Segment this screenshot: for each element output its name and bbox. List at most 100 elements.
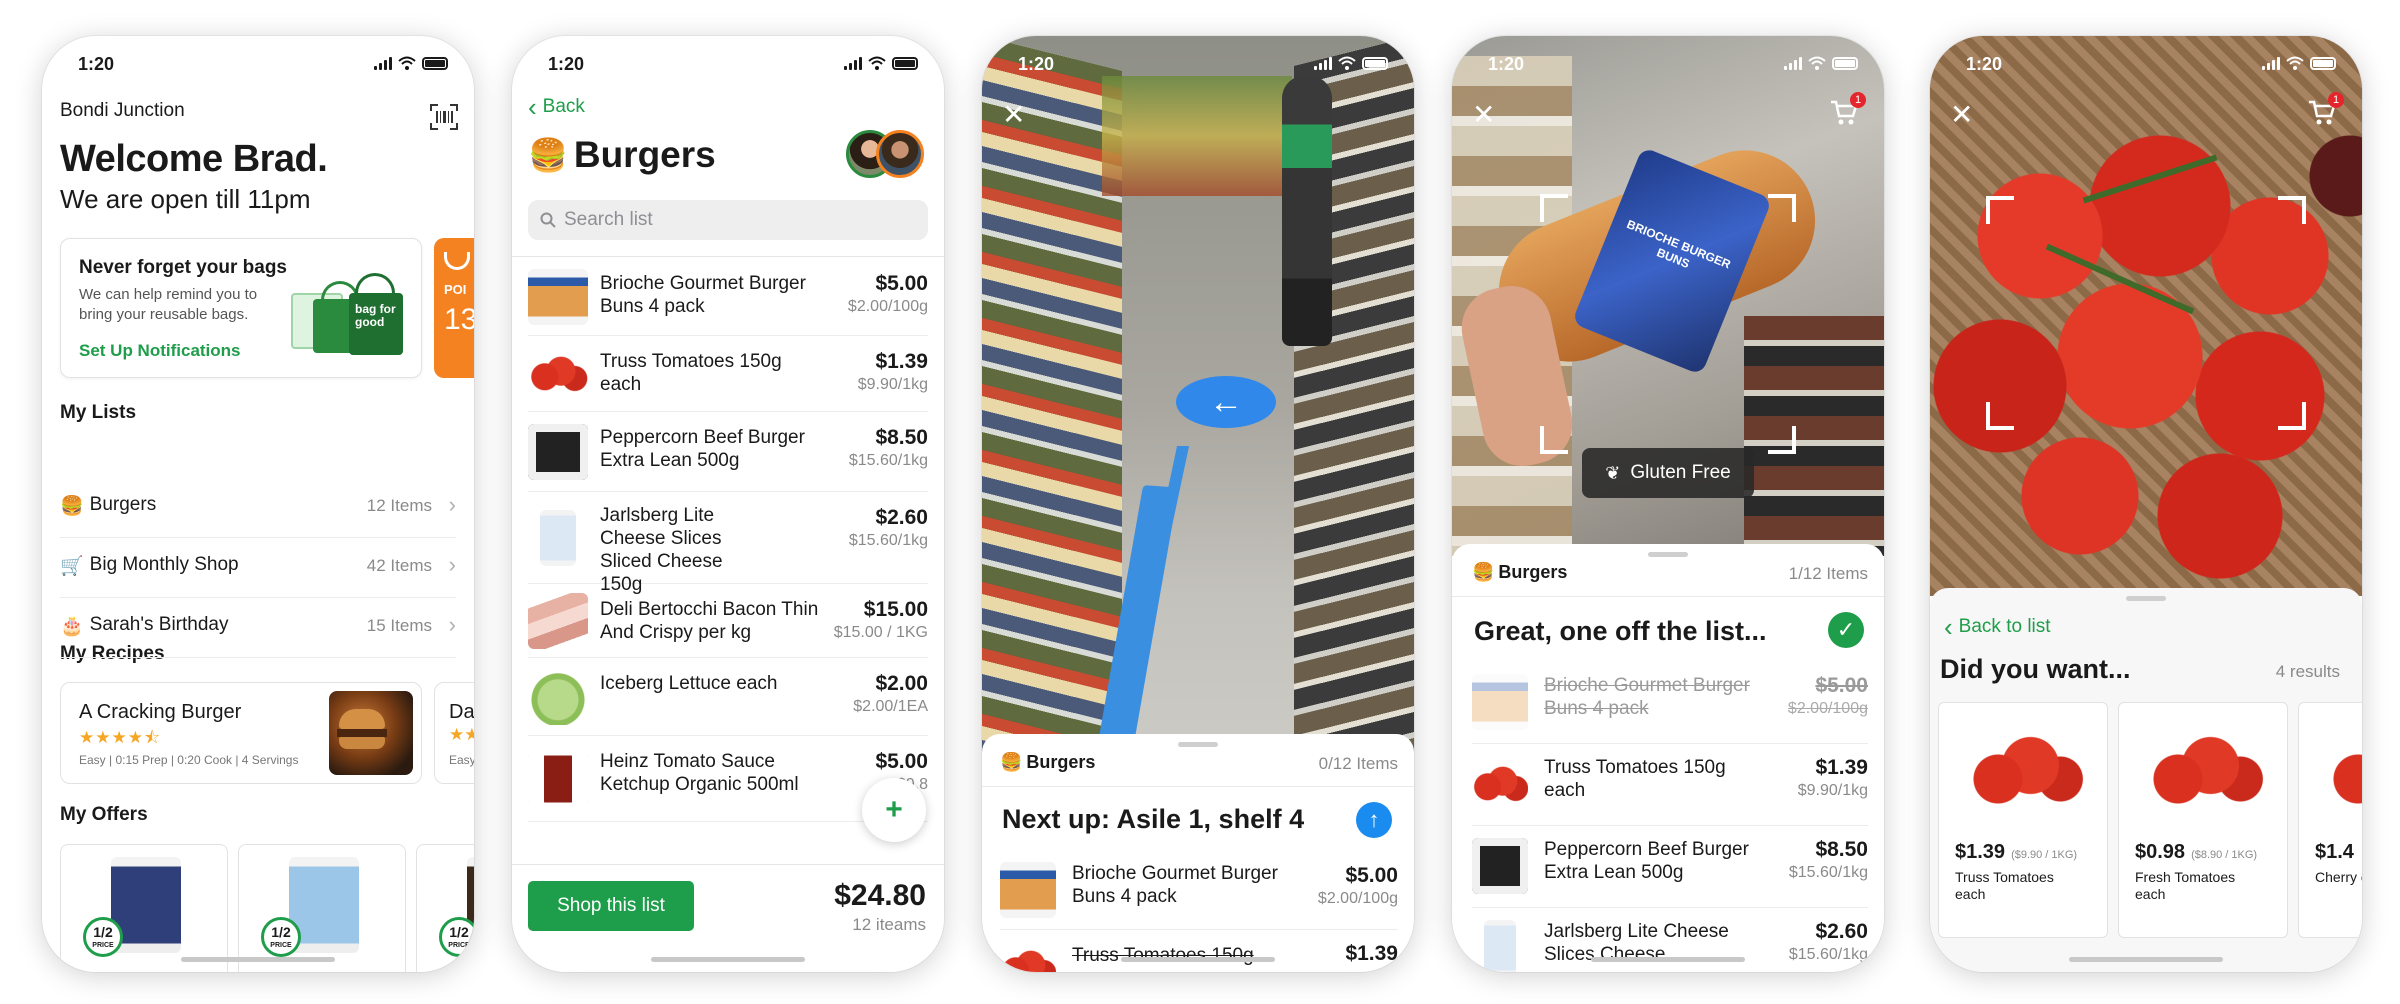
list-item-name: 🛒 Big Monthly Shop — [60, 554, 239, 578]
back-button[interactable]: ‹ Back — [528, 92, 585, 122]
list-item[interactable]: Brioche Gourmet Burger Buns 4 pack $5.00 $… — [528, 258, 928, 336]
list-item[interactable]: Brioche Gourmet Burger Buns 4 pack $5.00 $… — [1000, 852, 1398, 930]
cart-button[interactable]: 1 — [1830, 92, 1866, 131]
arrow-left-icon: ← — [1209, 383, 1243, 421]
chevron-right-icon: › — [448, 492, 456, 517]
list-item[interactable]: Jarlsberg Lite Cheese Slices Cheese $2.60… — [1472, 908, 1868, 972]
bags-card-title: Never forget your bags — [79, 257, 287, 278]
back-to-list-button[interactable]: ‹ Back to list — [1944, 612, 2051, 642]
offer-card[interactable]: 1/2 PRICE — [60, 844, 228, 972]
scan-frame-corner — [2278, 402, 2306, 430]
list-item[interactable]: 🍔 Burgers 12 Items › — [60, 478, 456, 538]
product-name: Heinz Tomato Sauce Ketchup Organic 500ml — [600, 751, 799, 795]
battery-icon — [422, 56, 448, 70]
store-location[interactable]: Bondi Junction — [60, 100, 185, 122]
sheet-progress: 0/12 Items — [1318, 754, 1398, 773]
search-icon — [540, 212, 556, 228]
search-input[interactable]: Search list — [528, 200, 928, 240]
product-price: $15.00 — [863, 598, 928, 621]
product-price: $5.00 — [875, 750, 928, 773]
suggestion-product-card[interactable]: $1.4 Cherry each — [2298, 702, 2362, 938]
product-name: Brioche Gourmet Burger Buns 4 pack — [600, 273, 806, 317]
burger-emoji-icon: 🍔 — [1472, 562, 1495, 582]
status-bar: 1:20 — [982, 54, 1414, 78]
add-item-button[interactable]: + — [862, 778, 926, 842]
list-item[interactable]: Iceberg Lettuce each $2.00 $2.00/1EA — [528, 658, 928, 736]
status-bar: 1:20 — [42, 54, 474, 78]
list-item[interactable]: Truss Tomatoes 150g $1.39 — [1000, 930, 1398, 972]
chevron-left-icon: ‹ — [1944, 612, 1953, 642]
shared-users-avatars[interactable] — [846, 130, 926, 180]
phone-home-screen: 1:20 Bondi Junction Welcome Brad. We are… — [42, 36, 474, 972]
recipe-2-title: Dad — [449, 701, 474, 723]
half-price-badge: 1/2 PRICE — [439, 917, 474, 957]
product-name: Deli Bertocchi Bacon Thin And Crispy per… — [600, 599, 819, 643]
list-item[interactable]: 🛒 Big Monthly Shop 42 Items › — [60, 538, 456, 598]
chevron-left-icon: ‹ — [528, 92, 537, 122]
recipe-card[interactable]: A Cracking Burger ★★★★⯪ Easy | 0:15 Prep… — [60, 682, 422, 784]
half-price-badge-text: 1/2 — [449, 924, 469, 940]
wifi-icon — [1808, 56, 1826, 70]
wheat-icon: ❦ — [1605, 462, 1621, 483]
set-up-notifications-link[interactable]: Set Up Notifications — [79, 341, 241, 361]
half-price-badge-sub: PRICE — [448, 942, 470, 949]
list-item[interactable]: Deli Bertocchi Bacon Thin And Crispy per… — [528, 584, 928, 658]
sheet-grabber[interactable] — [1648, 552, 1688, 557]
sheet-grabber[interactable] — [1178, 742, 1218, 747]
offer-card[interactable]: 1/2 PRICE — [416, 844, 474, 972]
suggestion-product-card[interactable]: $1.39 ($9.90 / 1KG) Truss Tomatoes each — [1938, 702, 2108, 938]
scan-frame-corner — [1768, 194, 1796, 222]
list-item[interactable]: Jarlsberg Lite Cheese Slices Sliced Chee… — [528, 492, 928, 595]
product-name: Peppercorn Beef Burger Extra Lean 500g — [1544, 839, 1749, 883]
recipe-burger-image — [329, 691, 413, 775]
half-price-badge-sub: PRICE — [270, 942, 292, 949]
sheet-grabber[interactable] — [2126, 596, 2166, 601]
status-time: 1:20 — [1488, 54, 1525, 74]
recipe-card-2[interactable]: Dad ★★ Easy — [434, 682, 474, 784]
home-indicator — [2069, 957, 2223, 962]
product-thumbnail — [1472, 838, 1528, 894]
product-unit-price: $9.90/1kg — [857, 376, 928, 393]
points-card[interactable]: POI 13 — [434, 238, 474, 378]
product-unit-price: $2.00/100g — [1787, 700, 1868, 717]
signal-icon — [2262, 56, 2280, 70]
suggestion-name: Fresh Tomatoes each — [2135, 869, 2236, 902]
results-count: 4 results — [2275, 662, 2340, 681]
product-thumbnail — [1472, 920, 1528, 972]
product-thumbnail — [528, 510, 588, 566]
suggestion-product-card[interactable]: $0.98 ($8.90 / 1KG) Fresh Tomatoes each — [2118, 702, 2288, 938]
suggestion-name: Cherry each — [2315, 869, 2362, 885]
bags-reminder-card[interactable]: Never forget your bags We can help remin… — [60, 238, 422, 378]
phone-scan-screen: BRIOCHE BURGER BUNS ❦ Gluten Free 1:20 ✕… — [1452, 36, 1884, 972]
close-icon[interactable]: ✕ — [1950, 98, 1973, 131]
shop-this-list-button[interactable]: Shop this list — [528, 881, 694, 931]
list-item[interactable]: 🎂 Sarah's Birthday 15 Items › — [60, 598, 456, 658]
offer-card[interactable]: 1/2 PRICE — [238, 844, 406, 972]
list-item-count: 12 Items — [366, 496, 432, 515]
cart-badge: 1 — [2328, 92, 2344, 108]
close-icon[interactable]: ✕ — [1002, 98, 1025, 131]
cart-button[interactable]: 1 — [2308, 92, 2344, 131]
product-thumbnail — [528, 269, 588, 325]
product-thumbnail — [1000, 862, 1056, 918]
list-item-label: Burgers — [89, 494, 157, 515]
close-icon[interactable]: ✕ — [1472, 98, 1495, 131]
ar-direction-arrow: ← — [1176, 376, 1276, 428]
list-item[interactable]: Truss Tomatoes 150g each $1.39 $9.90/1kg — [1472, 744, 1868, 826]
signal-icon — [844, 56, 862, 70]
product-thumbnail — [1472, 674, 1528, 730]
list-item[interactable]: Peppercorn Beef Burger Extra Lean 500g $8… — [1472, 826, 1868, 908]
list-item[interactable]: Brioche Gourmet Burger Buns 4 pack $5.00 $… — [1472, 662, 1868, 744]
suggestion-price-line: $0.98 ($8.90 / 1KG) — [2135, 841, 2257, 864]
list-emoji-icon: 🎂 — [60, 616, 84, 637]
status-time: 1:20 — [548, 54, 585, 74]
product-name: Truss Tomatoes 150g each — [1544, 757, 1726, 801]
list-item[interactable]: Peppercorn Beef Burger Extra Lean 500g $8… — [528, 412, 928, 492]
reusable-bags-illustration: bag for good — [285, 259, 405, 355]
battery-icon — [2310, 56, 2336, 70]
tomato-product-image — [1959, 725, 2089, 815]
barcode-scanner-icon[interactable] — [430, 104, 458, 130]
scan-frame-corner — [1986, 196, 2014, 224]
list-item[interactable]: Truss Tomatoes 150g each $1.39 $9.90/1kg — [528, 336, 928, 412]
go-arrow-button[interactable]: ↑ — [1356, 802, 1392, 838]
